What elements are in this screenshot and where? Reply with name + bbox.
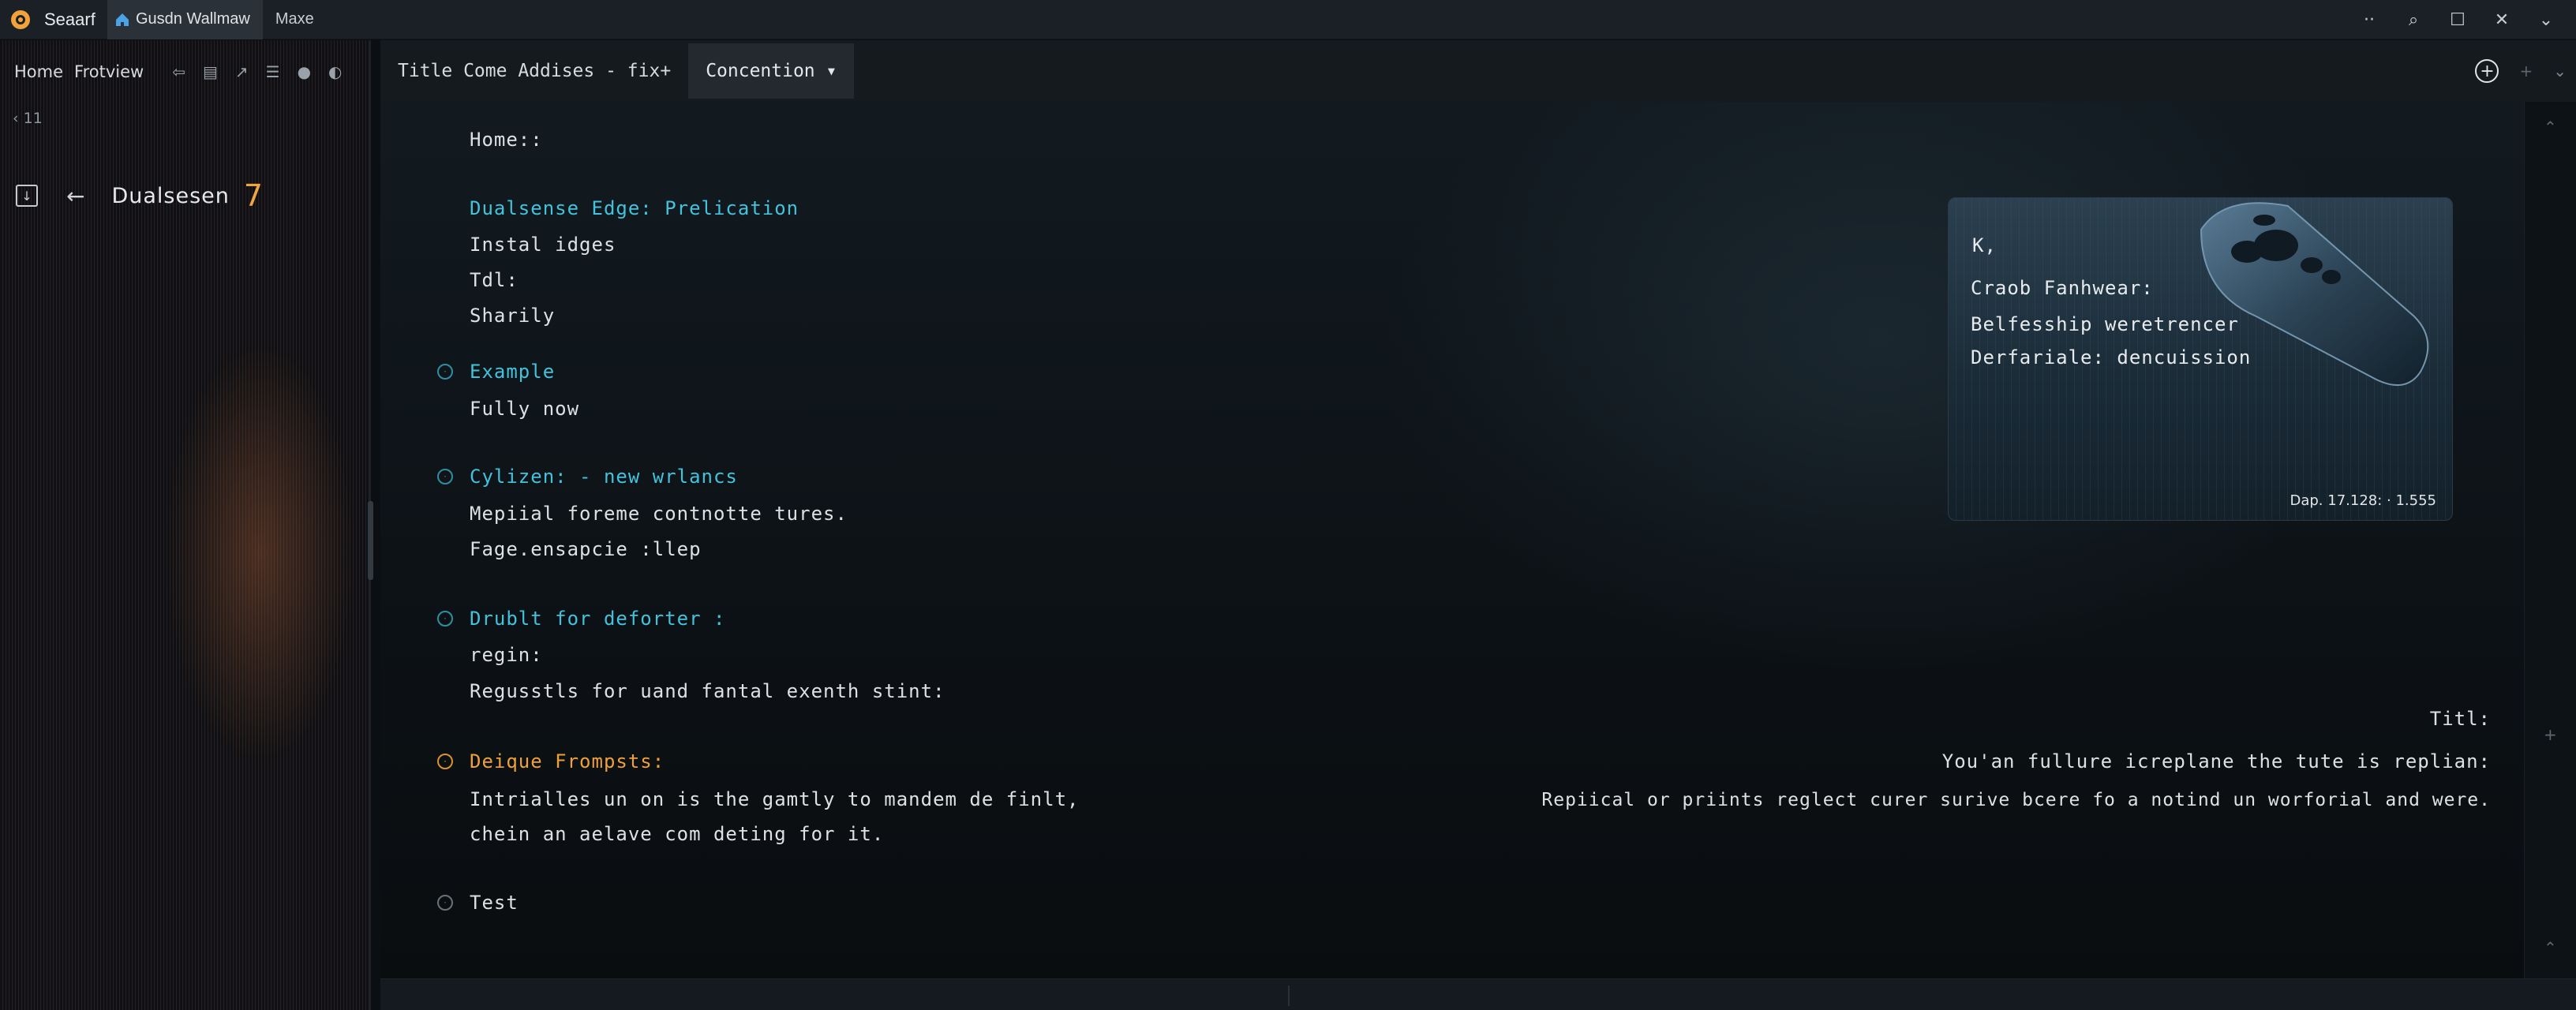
bullet-circle-icon[interactable]: ·	[437, 469, 453, 484]
tab-maxe[interactable]: Maxe	[263, 0, 327, 39]
back-arrow-icon[interactable]: ←	[66, 183, 84, 209]
download-box-icon[interactable]: ↓	[16, 185, 38, 207]
settings-icon[interactable]: ◐	[328, 62, 342, 81]
sidebar: Home Frotview ⇦ ▤ ↗ ☰ ● ◐ ‹ 11 ↓ ← Duals…	[0, 40, 371, 1010]
maximize-icon[interactable]: ☐	[2436, 10, 2480, 30]
chevron-down-icon[interactable]: ⌄	[2524, 10, 2568, 30]
card-line: Derfariale: dencuission	[1971, 346, 2252, 368]
heading-dualsense-edge[interactable]: Dualsense Edge: Prelication	[470, 197, 799, 219]
card-k: K,	[1972, 234, 1997, 256]
tab-gusdn-wallmaw[interactable]: Gusdn Wallmaw	[107, 0, 263, 39]
item-count[interactable]: ‹ 11	[13, 110, 43, 127]
bullet-circle-icon[interactable]: ·	[437, 364, 453, 380]
bullet-circle-icon[interactable]: ·	[437, 611, 453, 627]
text-line: Mepiial foreme contnotte tures.	[470, 503, 848, 525]
plus-icon[interactable]: +	[2544, 725, 2557, 744]
add-circle-icon[interactable]: +	[2475, 59, 2499, 83]
plus-icon[interactable]: +	[2519, 62, 2533, 80]
tab-title-come-addises[interactable]: Title Come Addises - fix+	[380, 43, 688, 99]
home-icon	[116, 13, 129, 26]
bullet-circle-icon[interactable]: ·	[437, 754, 453, 769]
section-test-title[interactable]: Test	[470, 892, 519, 914]
right-title: Titl:	[2429, 708, 2491, 730]
text-line: Regusstls for uand fantal exenth stint:	[470, 680, 945, 702]
more-icon[interactable]: ··	[2347, 10, 2391, 30]
text-line: Tdl:	[470, 269, 519, 291]
card-meta: Dap. 17.128: · 1.555	[2290, 492, 2436, 509]
sidebar-header: ↓ ← Dualsesen 7	[16, 176, 263, 215]
app-logo-icon[interactable]	[9, 9, 32, 31]
arrow-left-icon[interactable]: ⇦	[172, 62, 185, 81]
search-icon[interactable]: ⌕	[2391, 10, 2436, 30]
sidebar-number-badge: 7	[243, 178, 264, 213]
card-line: Craob Fanhwear:	[1971, 277, 2154, 299]
text-line: Fage.ensapcie :llep	[470, 538, 702, 560]
sidebar-title: Dualsesen	[111, 183, 230, 208]
product-preview-card[interactable]: K, Craob Fanhwear: Belfesship weretrence…	[1948, 197, 2453, 521]
info-icon[interactable]: ●	[298, 62, 311, 81]
chevron-down-icon[interactable]: ⌄	[2553, 62, 2567, 80]
text-line: regin:	[470, 644, 543, 666]
home-label: Home::	[470, 129, 543, 151]
nav-home[interactable]: Home	[14, 62, 63, 81]
tab-label: Gusdn Wallmaw	[136, 10, 250, 28]
text-line: Intrialles un on is the gamtly to mandem…	[470, 788, 1080, 810]
section-cylizen-title[interactable]: Cylizen: - new wrlancs	[470, 466, 738, 488]
right-text-line: You'an fullure icreplane the tute is rep…	[1941, 750, 2491, 772]
section-deique-frompsts-title[interactable]: Deique Frompsts:	[470, 750, 665, 772]
card-line: Belfesship weretrencer	[1971, 313, 2239, 335]
chevron-up-icon[interactable]: ⌃	[2544, 118, 2557, 137]
text-line: chein an aelave com deting for it.	[470, 823, 885, 845]
controller-image	[2200, 202, 2429, 386]
editor-tab-actions: + + ⌄	[2475, 59, 2567, 83]
status-bar	[380, 978, 2576, 1010]
nav-frotview[interactable]: Frotview	[74, 62, 144, 81]
section-example-title[interactable]: Example	[470, 361, 555, 383]
title-bar: Seaarf Gusdn Wallmaw Maxe ·· ⌕ ☐ ✕ ⌄	[0, 0, 2576, 39]
list-icon[interactable]: ☰	[266, 62, 280, 81]
text-line: Sharily	[470, 305, 556, 327]
status-divider	[1288, 986, 1290, 1006]
editor-tab-bar: Title Come Addises - fix+ Concention ▾ +…	[380, 40, 2576, 102]
right-text-line: Repiical or priints reglect curer surive…	[1541, 790, 2491, 810]
window-controls: ·· ⌕ ☐ ✕ ⌄	[2347, 0, 2568, 39]
sidebar-resize-handle[interactable]	[368, 501, 373, 580]
tab-label: Maxe	[275, 10, 314, 28]
bullet-circle-icon[interactable]: ·	[437, 895, 453, 911]
section-drublt-title[interactable]: Drublt for deforter :	[470, 608, 725, 630]
share-icon[interactable]: ↗	[235, 62, 249, 81]
app-name: Seaarf	[44, 9, 95, 29]
text-line: Fully now	[470, 398, 580, 420]
text-line: Instal idges	[470, 234, 616, 256]
comment-icon[interactable]: ▤	[203, 62, 218, 81]
tab-concention[interactable]: Concention ▾	[688, 43, 855, 99]
close-icon[interactable]: ✕	[2480, 10, 2524, 30]
chevron-up-icon[interactable]: ⌃	[2544, 938, 2557, 957]
sidebar-nav: Home Frotview ⇦ ▤ ↗ ☰ ● ◐	[0, 40, 371, 103]
right-rail: ⌃ + ⌃	[2524, 102, 2576, 978]
